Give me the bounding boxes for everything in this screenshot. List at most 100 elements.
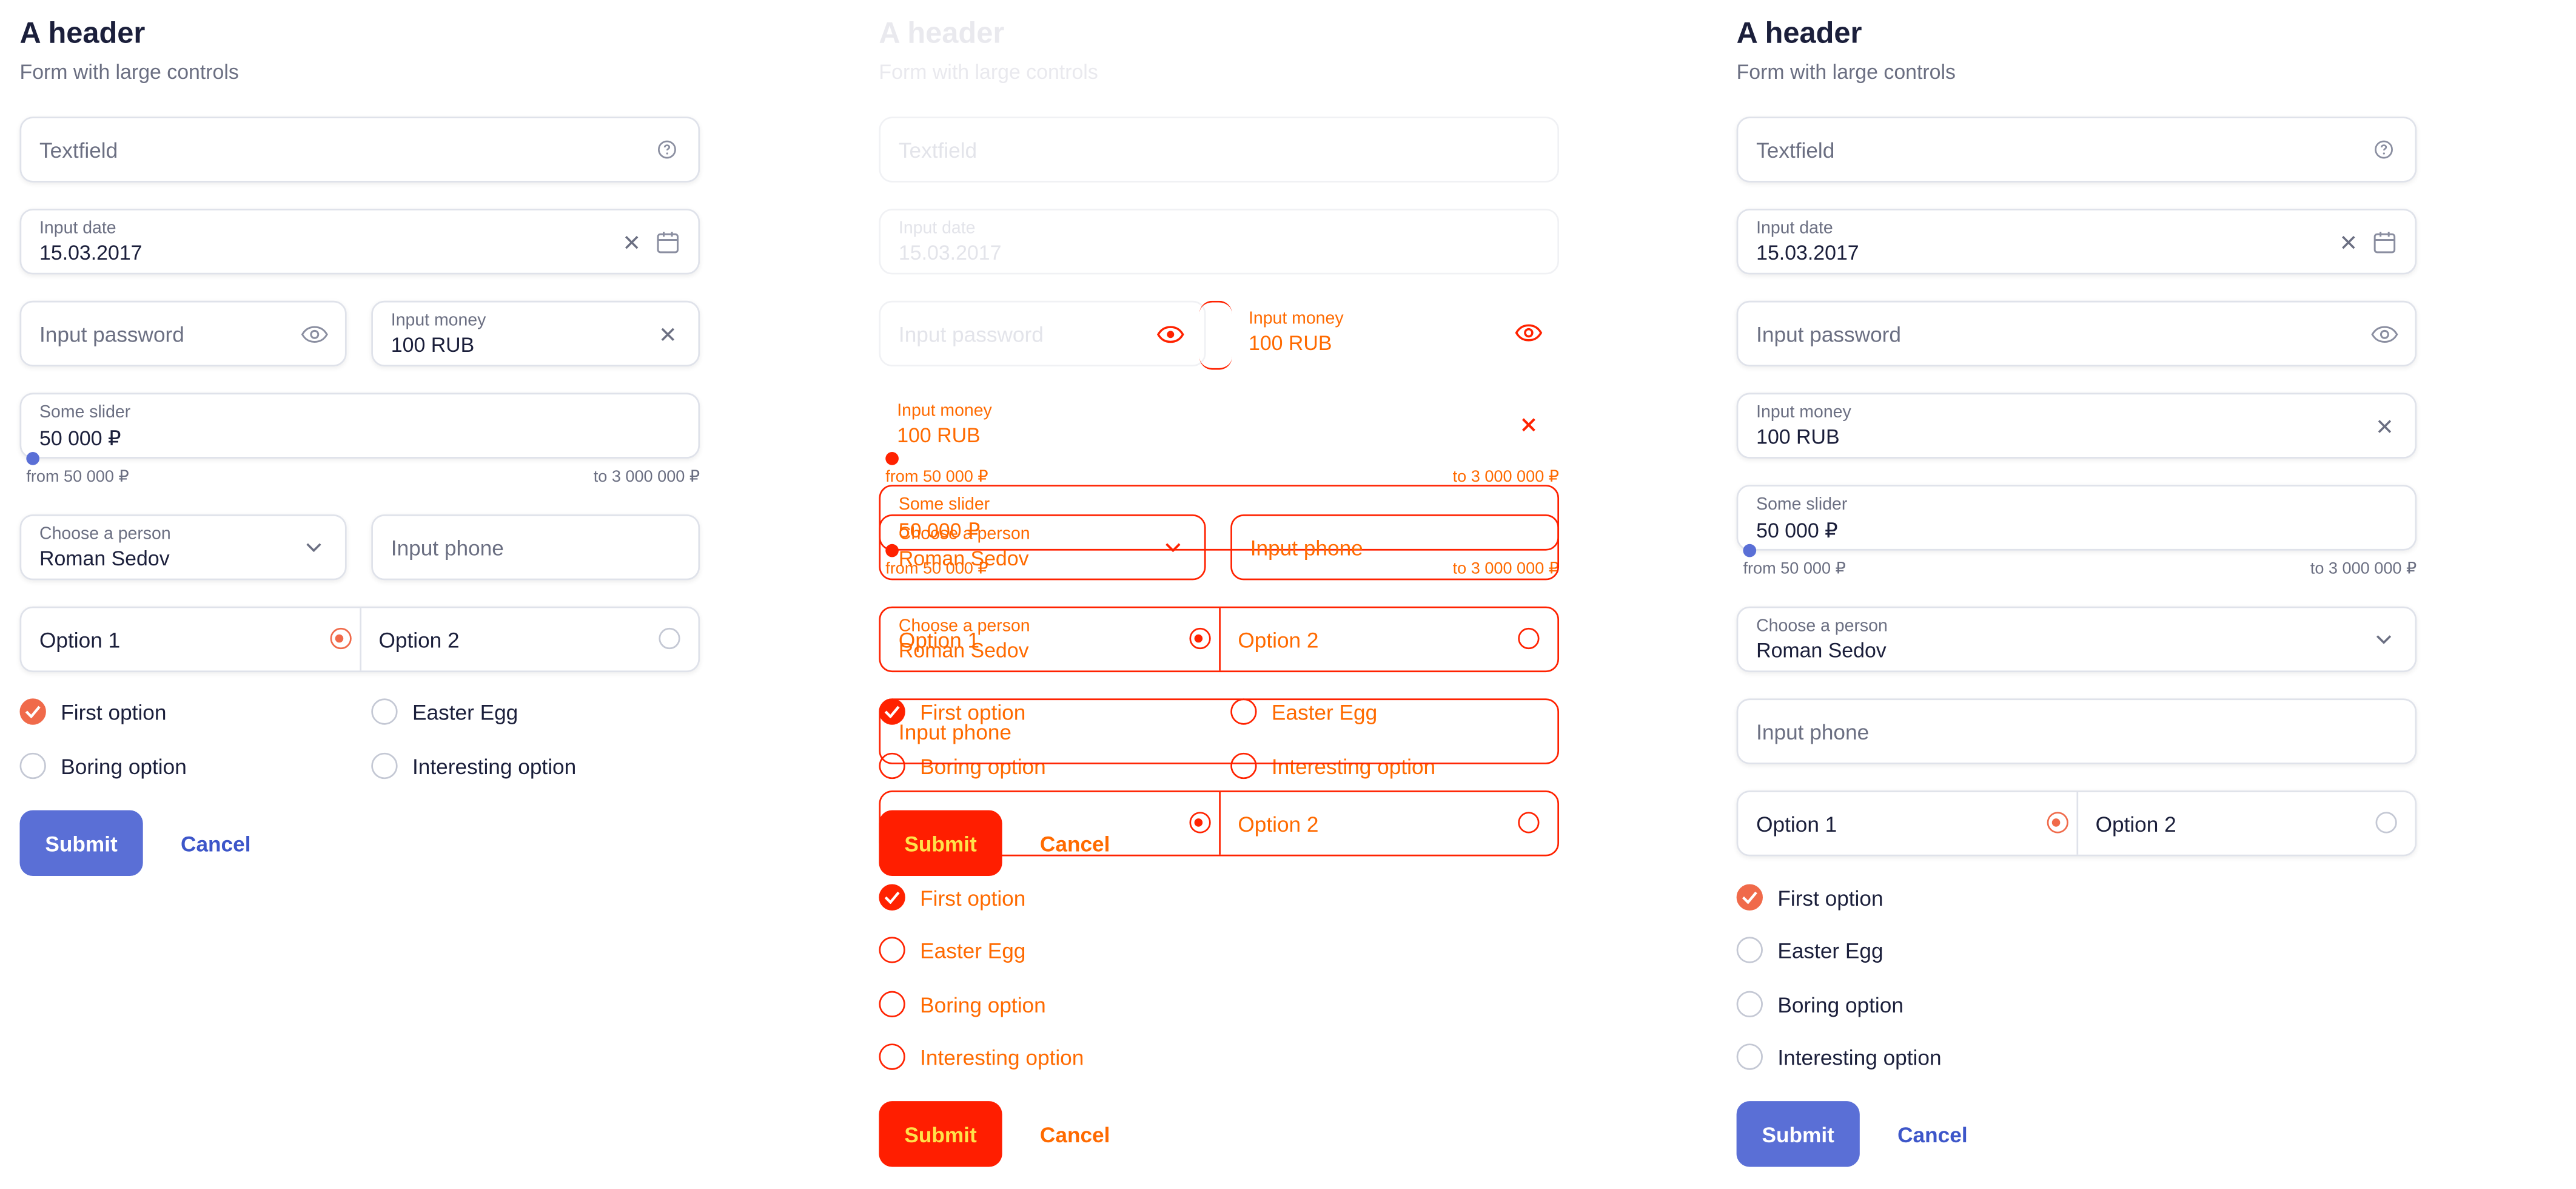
submit-button[interactable]: Submit (1736, 1101, 1860, 1167)
help-circle-icon[interactable] (649, 118, 685, 181)
checkbox-box[interactable] (19, 752, 46, 780)
slider-value: 50 000 ₽ (1756, 519, 1838, 543)
checkbox-first-option[interactable]: First option (19, 697, 166, 727)
eye-icon[interactable] (1152, 302, 1188, 365)
checkbox-boring-option[interactable]: Boring option (879, 989, 1046, 1019)
person-value: Roman Sedov (898, 639, 1029, 662)
cancel-button[interactable]: Cancel (181, 810, 251, 876)
password-field[interactable]: Input password (1736, 300, 2417, 367)
date-field[interactable]: Input date 15.03.2017 (1736, 209, 2417, 275)
slider-handle[interactable] (26, 452, 40, 465)
date-field[interactable]: Input date 15.03.2017 (879, 209, 1560, 275)
radio-button[interactable] (329, 627, 351, 650)
radio-option-1[interactable]: Option 1 (1738, 792, 2076, 855)
slider-field[interactable]: Some slider 50 000 ₽ (19, 392, 700, 459)
close-icon[interactable] (2366, 394, 2402, 457)
phone-field[interactable]: Input phone (371, 514, 700, 581)
phone-placeholder: Input phone (391, 536, 504, 561)
radio-button[interactable] (1518, 812, 1540, 834)
radio-label: Option 2 (378, 627, 460, 653)
radio-button[interactable] (659, 627, 680, 650)
person-select[interactable]: Choose a person Roman Sedov (1736, 606, 2417, 673)
money-field[interactable]: Input money 100 RUB (371, 300, 700, 367)
person-label: Choose a person (39, 524, 171, 544)
chevron-down-icon[interactable] (2366, 608, 2402, 670)
checkbox-box[interactable] (371, 698, 398, 725)
checkbox-box[interactable] (879, 991, 905, 1017)
checkbox-interesting-option[interactable]: Interesting option (879, 1042, 1084, 1072)
check-icon[interactable] (19, 698, 46, 725)
checkbox-box[interactable] (1736, 937, 1763, 963)
checkbox-box[interactable] (879, 937, 905, 963)
radio-button[interactable] (2375, 812, 2397, 834)
close-icon[interactable] (649, 302, 685, 365)
person-label: Choose a person (1756, 616, 1888, 636)
checkbox-box[interactable] (1736, 991, 1763, 1017)
cancel-button[interactable]: Cancel (1040, 810, 1110, 876)
checkbox-first-option[interactable]: First option (879, 883, 1025, 912)
radio-option-2[interactable]: Option 2 (2076, 792, 2415, 855)
submit-button[interactable]: Submit (19, 810, 143, 877)
checkbox-first-option[interactable]: First option (1736, 883, 1883, 912)
checkbox-boring-option[interactable]: Boring option (1736, 989, 1903, 1019)
calendar-icon[interactable] (649, 211, 685, 273)
close-icon[interactable] (2330, 211, 2366, 273)
checkbox-easter-egg[interactable]: Easter Egg (1736, 935, 1883, 965)
person-select[interactable]: Choose a person Roman Sedov (19, 514, 347, 581)
checkbox-easter-egg[interactable]: Easter Egg (371, 697, 518, 727)
radio-group: Option 1 Option 2 (1736, 790, 2417, 857)
money-field-old-position: Input money 100 RUB (1230, 301, 1559, 366)
textfield[interactable]: Textfield (1736, 116, 2417, 183)
date-value: 15.03.2017 (39, 241, 143, 265)
slider-field[interactable]: Some slider 50 000 ₽ (1736, 485, 2417, 551)
checkbox-interesting-option[interactable]: Interesting option (1736, 1042, 1942, 1072)
cancel-button[interactable]: Cancel (1040, 1101, 1110, 1167)
checkbox-boring-option[interactable]: Boring option (19, 751, 187, 781)
radio-option-1[interactable]: Option 1 (21, 608, 359, 670)
submit-button[interactable]: Submit (879, 810, 1002, 877)
calendar-icon[interactable] (2366, 211, 2402, 273)
date-field[interactable]: Input date 15.03.2017 (19, 209, 700, 275)
check-icon[interactable] (879, 884, 905, 911)
eye-icon[interactable] (296, 302, 332, 365)
phone-placeholder: Input phone (1250, 536, 1363, 561)
checkbox-label: Interesting option (1777, 1044, 1942, 1069)
textfield[interactable]: Textfield (19, 116, 700, 183)
slider-handle[interactable] (885, 452, 899, 465)
phone-field[interactable]: Input phone (1230, 514, 1560, 581)
textfield[interactable]: Textfield (879, 116, 1560, 183)
slider-handle[interactable] (1743, 544, 1757, 557)
phone-field[interactable]: Input phone (1736, 698, 2417, 764)
person-value: Roman Sedov (898, 547, 1029, 571)
submit-button[interactable]: Submit (879, 1101, 1002, 1167)
radio-option-2[interactable]: Option 2 (1218, 792, 1557, 855)
checkbox-label: Boring option (61, 753, 187, 778)
checkbox-box[interactable] (371, 752, 398, 780)
page-subtitle: Form with large controls (1736, 61, 1956, 84)
radio-option-2[interactable]: Option 2 (358, 608, 698, 671)
chevron-down-icon[interactable] (1155, 516, 1192, 579)
checkbox-label: First option (920, 884, 1026, 910)
password-field[interactable]: Input password (19, 300, 347, 367)
close-icon[interactable] (613, 211, 649, 273)
checkbox-interesting-option[interactable]: Interesting option (371, 751, 576, 781)
cancel-button[interactable]: Cancel (1897, 1101, 1968, 1167)
radio-button[interactable] (2046, 812, 2068, 834)
person-select[interactable]: Choose a person Roman Sedov (879, 514, 1206, 581)
check-icon[interactable] (1736, 884, 1763, 911)
close-icon[interactable] (1510, 392, 1546, 455)
person-label: Choose a person (898, 524, 1030, 544)
chevron-down-icon[interactable] (296, 516, 332, 579)
checkbox-box[interactable] (1736, 1043, 1763, 1070)
page-subtitle: Form with large controls (19, 61, 239, 84)
checkbox-easter-egg[interactable]: Easter Egg (879, 935, 1025, 965)
help-circle-icon[interactable] (2366, 118, 2402, 181)
checkbox-box[interactable] (879, 1043, 905, 1070)
checkbox-label: Boring option (920, 992, 1046, 1017)
money-field[interactable]: Input money 100 RUB (1736, 392, 2417, 459)
checkbox-label: Easter Egg (1777, 937, 1883, 963)
slider-max-text: to 3 000 000 ₽ (2310, 560, 2417, 579)
radio-button[interactable] (1189, 812, 1210, 834)
eye-icon[interactable] (2366, 302, 2402, 365)
page-title: A header (879, 16, 1005, 50)
